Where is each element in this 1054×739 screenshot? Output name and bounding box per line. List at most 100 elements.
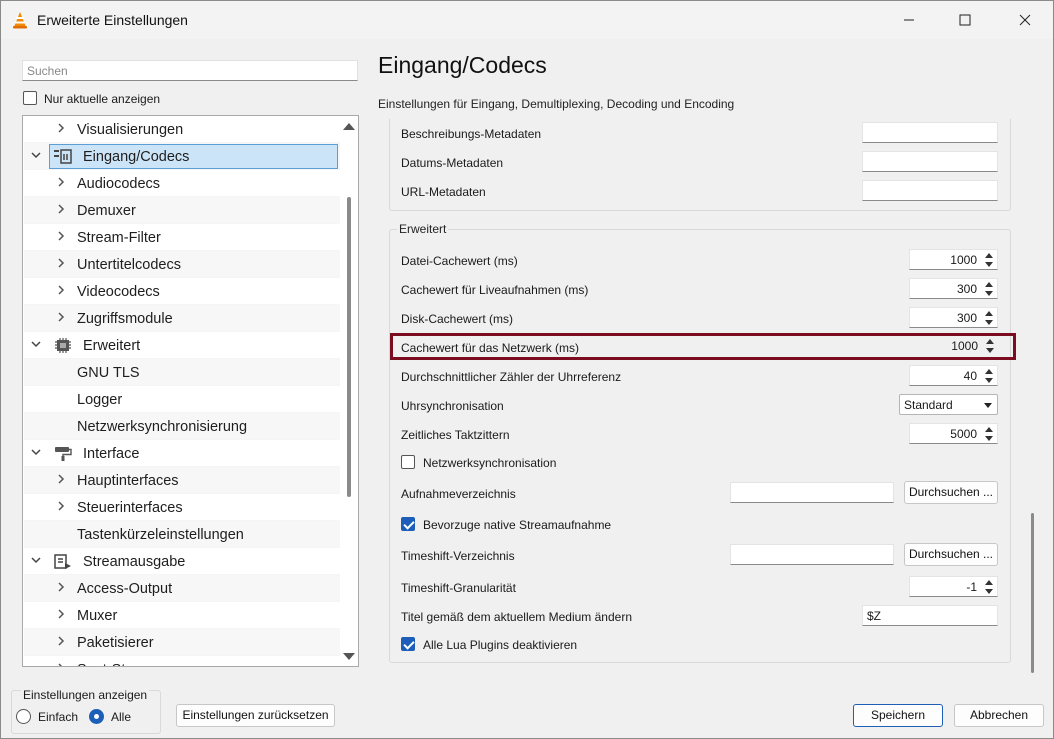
tree-item[interactable]: Paketisierer xyxy=(24,629,342,656)
chevron-down-icon[interactable] xyxy=(30,338,42,353)
spin-arrows-icon[interactable] xyxy=(984,338,996,354)
native-record-checkbox[interactable] xyxy=(401,517,415,531)
network-cache-value: 1000 xyxy=(951,339,978,353)
record-dir-field[interactable] xyxy=(730,482,894,503)
tree-item[interactable]: Stream-Filter xyxy=(24,224,342,251)
tree-scrollbar[interactable] xyxy=(340,117,357,665)
chevron-right-icon[interactable] xyxy=(55,635,67,650)
tree-item[interactable]: Muxer xyxy=(24,602,342,629)
reset-settings-button[interactable]: Einstellungen zurücksetzen xyxy=(176,704,335,727)
tree-item[interactable]: Streamausgabe xyxy=(24,548,342,575)
description-metadata-field[interactable] xyxy=(862,122,998,143)
codec-icon xyxy=(53,148,73,165)
tree-item[interactable]: Steuerinterfaces xyxy=(24,494,342,521)
chip-icon xyxy=(53,337,73,354)
chevron-right-icon[interactable] xyxy=(55,203,67,218)
date-metadata-field[interactable] xyxy=(862,151,998,172)
clock-jitter-spinbox[interactable]: 5000 xyxy=(909,423,998,444)
tree-item[interactable]: Sout-Stream xyxy=(24,656,342,666)
title-format-field[interactable]: $Z xyxy=(862,605,998,626)
timeshift-dir-browse-button[interactable]: Durchsuchen ... xyxy=(904,543,998,566)
file-cache-spinbox[interactable]: 1000 xyxy=(909,249,998,270)
tree-item[interactable]: Zugriffsmodule xyxy=(24,305,342,332)
tree-item-label: Logger xyxy=(77,392,123,408)
network-cache-spinbox[interactable]: 1000 xyxy=(909,336,998,357)
search-input[interactable]: Suchen xyxy=(22,60,358,81)
spin-arrows-icon[interactable] xyxy=(983,579,995,595)
chevron-down-icon[interactable] xyxy=(30,554,42,569)
clock-sync-dropdown[interactable]: Standard xyxy=(899,394,998,415)
tree-item[interactable]: Interface xyxy=(24,440,342,467)
tree-item[interactable]: Visualisierungen xyxy=(24,116,342,143)
disc-cache-spinbox[interactable]: 300 xyxy=(909,307,998,328)
tree-item[interactable]: Logger xyxy=(24,386,342,413)
chevron-right-icon[interactable] xyxy=(55,473,67,488)
tree-item[interactable]: Tastenkürzeleinstellungen xyxy=(24,521,342,548)
live-cache-spinbox[interactable]: 300 xyxy=(909,278,998,299)
chevron-right-icon[interactable] xyxy=(55,500,67,515)
netsync-checkbox[interactable] xyxy=(401,455,415,469)
cancel-button[interactable]: Abbrechen xyxy=(954,704,1044,727)
url-metadata-field[interactable] xyxy=(862,180,998,201)
tree-item-label: Paketisierer xyxy=(77,635,154,651)
chevron-down-icon[interactable] xyxy=(30,149,42,164)
spin-arrows-icon[interactable] xyxy=(983,310,995,326)
chevron-right-icon[interactable] xyxy=(55,230,67,245)
close-button[interactable] xyxy=(997,1,1053,39)
tree-item-label: Untertitelcodecs xyxy=(77,257,181,273)
scrollbar-thumb[interactable] xyxy=(347,197,351,497)
chevron-right-icon[interactable] xyxy=(55,581,67,596)
chevron-right-icon[interactable] xyxy=(55,176,67,191)
maximize-button[interactable] xyxy=(937,1,993,39)
chevron-right-icon[interactable] xyxy=(55,662,67,666)
simple-radio[interactable] xyxy=(16,709,31,724)
description-metadata-label: Beschreibungs-Metadaten xyxy=(401,127,542,141)
only-current-label: Nur aktuelle anzeigen xyxy=(44,92,161,106)
tree-item[interactable]: Netzwerksynchronisierung xyxy=(24,413,342,440)
clock-reference-spinbox[interactable]: 40 xyxy=(909,365,998,386)
settings-scrollbar[interactable] xyxy=(1031,513,1034,673)
record-dir-browse-button[interactable]: Durchsuchen ... xyxy=(904,481,998,504)
simple-radio-label: Einfach xyxy=(38,710,79,724)
spin-arrows-icon[interactable] xyxy=(983,426,995,442)
tree-item[interactable]: Erweitert xyxy=(24,332,342,359)
tree-item[interactable]: Videocodecs xyxy=(24,278,342,305)
tree-item[interactable]: Audiocodecs xyxy=(24,170,342,197)
tree-item-label: Eingang/Codecs xyxy=(83,149,190,165)
timeshift-granularity-spinbox[interactable]: -1 xyxy=(909,576,998,597)
disable-lua-checkbox[interactable] xyxy=(401,637,415,651)
save-button[interactable]: Speichern xyxy=(853,704,943,727)
chevron-down-icon[interactable] xyxy=(30,446,42,461)
chevron-right-icon[interactable] xyxy=(55,257,67,272)
chevron-right-icon[interactable] xyxy=(55,122,67,137)
clock-reference-value: 40 xyxy=(963,369,977,383)
chevron-right-icon[interactable] xyxy=(55,608,67,623)
spin-arrows-icon[interactable] xyxy=(983,368,995,384)
tree-item[interactable]: Eingang/Codecs xyxy=(24,143,342,170)
only-current-checkbox[interactable] xyxy=(23,91,37,105)
all-radio-label: Alle xyxy=(111,710,132,724)
clock-sync-value: Standard xyxy=(904,398,953,412)
live-cache-label: Cachewert für Liveaufnahmen (ms) xyxy=(401,283,589,297)
timeshift-dir-label: Timeshift-Verzeichnis xyxy=(401,549,515,563)
close-icon xyxy=(1019,14,1031,26)
timeshift-dir-field[interactable] xyxy=(730,544,894,565)
tree-item[interactable]: Untertitelcodecs xyxy=(24,251,342,278)
scroll-up-icon[interactable] xyxy=(343,123,355,130)
maximize-icon xyxy=(959,14,971,26)
tree-item[interactable]: Access-Output xyxy=(24,575,342,602)
spin-arrows-icon[interactable] xyxy=(983,252,995,268)
network-cache-label: Cachewert für das Netzwerk (ms) xyxy=(401,341,580,355)
chevron-right-icon[interactable] xyxy=(55,284,67,299)
all-radio[interactable] xyxy=(89,709,104,724)
tree-item[interactable]: GNU TLS xyxy=(24,359,342,386)
chevron-right-icon[interactable] xyxy=(55,311,67,326)
file-cache-value: 1000 xyxy=(950,253,977,267)
scroll-down-icon[interactable] xyxy=(343,653,355,660)
minimize-button[interactable] xyxy=(881,1,937,39)
window-title: Erweiterte Einstellungen xyxy=(37,12,188,28)
tree-item[interactable]: Hauptinterfaces xyxy=(24,467,342,494)
clock-jitter-label: Zeitliches Taktzittern xyxy=(401,428,510,442)
spin-arrows-icon[interactable] xyxy=(983,281,995,297)
tree-item[interactable]: Demuxer xyxy=(24,197,342,224)
